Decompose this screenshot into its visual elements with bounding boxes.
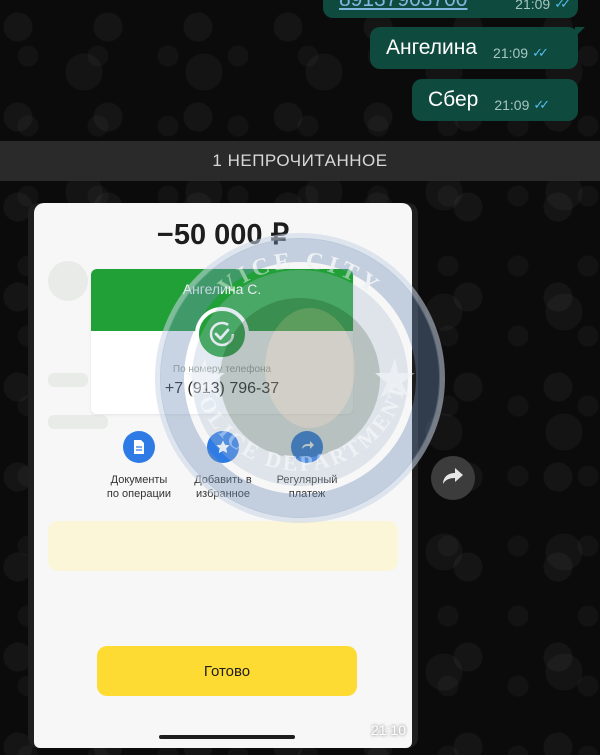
recurring-payment-button[interactable]: Регулярный платеж [262,431,352,501]
action-label: избранное [196,488,250,500]
recipient-card: Ангелина С. По номеру телефона +7 (913) … [91,269,353,414]
document-icon [123,431,155,463]
faded-button [48,521,398,571]
message-text: Сбер [428,88,479,111]
action-label: Добавить в [194,474,252,486]
star-icon [207,431,239,463]
faded-avatar [48,261,88,301]
forward-button[interactable] [431,456,475,500]
message-time: 21:09 [494,97,530,113]
action-label: Регулярный [276,474,338,486]
action-label: по операции [106,488,172,500]
documents-button[interactable]: Документы по операции [94,431,184,501]
faded-text [48,415,108,429]
message-bubble[interactable]: Ангелина 21:09 ✓✓ [370,27,585,69]
recipient-phone: +7 (913) 796-37 [164,380,280,397]
read-receipt-icon: ✓✓ [532,45,549,60]
action-label: платеж [288,488,326,500]
done-button[interactable]: Готово [97,646,357,696]
repeat-icon [291,431,323,463]
image-message[interactable]: −50 000 ₽ Ангелина С. По номеру телефона… [28,203,418,748]
action-label: Документы [110,474,168,486]
message-text: Ангелина [386,36,478,59]
message-meta: 21:09 ✓✓ [493,45,549,61]
message-meta: 21:09 ✓✓ [515,0,571,12]
message-meta: 21:09 ✓✓ [494,97,550,113]
faded-text [48,373,88,387]
phone-link[interactable]: 89137903700 [339,0,515,12]
read-receipt-icon: ✓✓ [533,97,550,112]
message-time: 21:09 [493,45,529,61]
unread-divider: 1 НЕПРОЧИТАННОЕ [0,141,600,181]
transfer-amount: −50 000 ₽ [156,219,290,251]
success-check-icon [195,307,249,361]
bubble-tail [575,27,585,37]
receipt-screenshot[interactable]: −50 000 ₽ Ангелина С. По номеру телефона… [34,203,412,748]
message-bubble-phone[interactable]: 89137903700 21:09 ✓✓ [323,0,578,18]
add-favorite-button[interactable]: Добавить в избранное [178,431,268,501]
forward-icon [442,467,464,490]
home-indicator [159,735,295,739]
message-bubble[interactable]: Сбер 21:09 ✓✓ [412,79,578,121]
message-time: 21:09 [515,0,551,12]
phone-caption: По номеру телефона [172,364,272,375]
media-timestamp: 21:10 [370,722,406,738]
read-receipt-icon: ✓✓ [554,0,571,11]
